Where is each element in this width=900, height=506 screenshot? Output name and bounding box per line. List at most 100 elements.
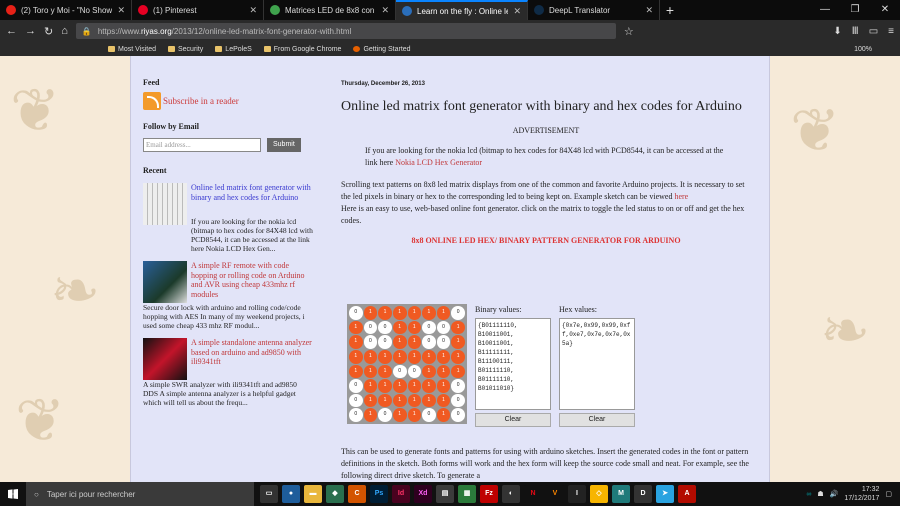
- submit-button[interactable]: Submit: [267, 138, 301, 152]
- led-cell[interactable]: 1: [422, 349, 436, 364]
- led-cell[interactable]: 1: [392, 408, 407, 422]
- led-cell[interactable]: 1: [436, 393, 451, 408]
- minimize-button[interactable]: —: [810, 0, 840, 20]
- led-cell[interactable]: 0: [451, 393, 465, 408]
- led-cell[interactable]: 1: [407, 349, 422, 364]
- led-cell[interactable]: 1: [451, 320, 465, 335]
- led-cell[interactable]: 1: [363, 408, 378, 422]
- tab-0[interactable]: (2) Toro y Moi - "No Show" ✕: [0, 0, 132, 20]
- led-cell[interactable]: 0: [349, 408, 363, 422]
- terminal-icon[interactable]: I: [568, 485, 586, 503]
- led-cell[interactable]: 1: [422, 379, 436, 393]
- url-bar[interactable]: 🔒 https://www.riyas.org/2013/12/online-l…: [75, 23, 616, 39]
- close-icon[interactable]: ✕: [381, 5, 389, 16]
- led-cell[interactable]: 1: [407, 393, 422, 408]
- led-cell[interactable]: 1: [349, 349, 363, 364]
- reload-icon[interactable]: ↻: [44, 25, 53, 38]
- led-cell[interactable]: 1: [422, 306, 436, 320]
- led-cell[interactable]: 1: [407, 335, 422, 349]
- led-cell[interactable]: 1: [422, 393, 436, 408]
- led-cell[interactable]: 0: [436, 335, 451, 349]
- led-cell[interactable]: 1: [378, 306, 392, 320]
- led-cell[interactable]: 1: [392, 335, 407, 349]
- app-m-icon[interactable]: M: [612, 485, 630, 503]
- led-cell[interactable]: 1: [392, 349, 407, 364]
- telegram-icon[interactable]: ➤: [656, 485, 674, 503]
- led-cell[interactable]: 1: [436, 364, 451, 379]
- recent-title-link[interactable]: A simple standalone antenna analyzer bas…: [191, 338, 313, 380]
- home-icon[interactable]: ⌂: [61, 25, 68, 37]
- close-icon[interactable]: ✕: [249, 5, 257, 16]
- netflix-icon[interactable]: N: [524, 485, 542, 503]
- led-cell[interactable]: 1: [378, 349, 392, 364]
- led-cell[interactable]: 0: [349, 379, 363, 393]
- hex-textarea[interactable]: {0x7e,0x99,0x99,0xff,0xe7,0x7e,0x7e,0x5a…: [559, 318, 635, 410]
- code-icon[interactable]: C: [348, 485, 366, 503]
- acrobat-icon[interactable]: A: [678, 485, 696, 503]
- led-cell[interactable]: 1: [392, 379, 407, 393]
- bookmark-star-icon[interactable]: ☆: [624, 25, 634, 38]
- search-box[interactable]: ○ Taper ici pour rechercher: [26, 482, 254, 506]
- zoom-level[interactable]: 100%: [854, 46, 872, 53]
- led-cell[interactable]: 1: [378, 379, 392, 393]
- photoshop-icon[interactable]: Ps: [370, 485, 388, 503]
- app-d-icon[interactable]: D: [634, 485, 652, 503]
- bookmark-item[interactable]: LePoleS: [215, 46, 252, 53]
- led-cell[interactable]: 1: [363, 306, 378, 320]
- antenna-analyzer-thumbnail[interactable]: [143, 338, 187, 380]
- vlc-icon[interactable]: V: [546, 485, 564, 503]
- led-cell[interactable]: 1: [451, 335, 465, 349]
- led-cell[interactable]: 0: [392, 364, 407, 379]
- maps-icon[interactable]: ◆: [326, 485, 344, 503]
- bookmark-item[interactable]: Getting Started: [353, 46, 411, 53]
- bookmark-item[interactable]: Most Visited: [108, 46, 156, 53]
- example-link[interactable]: here: [674, 192, 688, 201]
- led-cell[interactable]: 1: [451, 364, 465, 379]
- led-cell[interactable]: 0: [407, 364, 422, 379]
- sidebar-icon[interactable]: ▭: [869, 26, 878, 37]
- tab-4[interactable]: DeepL Translator ✕: [528, 0, 660, 20]
- led-matrix-thumbnail[interactable]: [143, 183, 187, 225]
- close-icon[interactable]: ✕: [513, 6, 521, 17]
- close-icon[interactable]: ✕: [117, 5, 125, 16]
- library-icon[interactable]: Ⅲ: [852, 26, 859, 37]
- sketch-icon[interactable]: ◇: [590, 485, 608, 503]
- led-cell[interactable]: 1: [407, 320, 422, 335]
- task-view-icon[interactable]: ▭: [260, 485, 278, 503]
- bookmark-item[interactable]: Security: [168, 46, 203, 53]
- led-cell[interactable]: 1: [349, 335, 363, 349]
- led-cell[interactable]: 1: [392, 306, 407, 320]
- bookmark-item[interactable]: From Google Chrome: [263, 46, 341, 53]
- clear-hex-button[interactable]: Clear: [559, 413, 635, 427]
- xd-icon[interactable]: Xd: [414, 485, 432, 503]
- led-cell[interactable]: 1: [407, 379, 422, 393]
- firefox-icon[interactable]: ●: [282, 485, 300, 503]
- nokia-link[interactable]: Nokia LCD Hex Generator: [395, 158, 482, 167]
- recent-title-link[interactable]: A simple RF remote with code hopping or …: [191, 261, 313, 303]
- start-button[interactable]: [0, 482, 26, 506]
- led-cell[interactable]: 1: [436, 306, 451, 320]
- back-icon[interactable]: ←: [6, 25, 17, 37]
- led-cell[interactable]: 0: [422, 408, 436, 422]
- led-cell[interactable]: 1: [363, 349, 378, 364]
- tab-3[interactable]: Learn on the fly : Online led m ✕: [396, 0, 528, 20]
- led-cell[interactable]: 0: [422, 320, 436, 335]
- close-icon[interactable]: ✕: [645, 5, 653, 16]
- led-cell[interactable]: 1: [378, 393, 392, 408]
- led-cell[interactable]: 1: [378, 364, 392, 379]
- app-icon[interactable]: ◐: [502, 485, 520, 503]
- maximize-button[interactable]: ❐: [840, 0, 870, 20]
- led-cell[interactable]: 1: [392, 393, 407, 408]
- led-cell[interactable]: 0: [363, 320, 378, 335]
- download-icon[interactable]: ⬇: [833, 26, 841, 37]
- arduino-icon[interactable]: ∞: [806, 491, 811, 498]
- network-icon[interactable]: ☗: [817, 490, 823, 498]
- led-cell[interactable]: 0: [422, 335, 436, 349]
- led-cell[interactable]: 0: [451, 379, 465, 393]
- tab-1[interactable]: (1) Pinterest ✕: [132, 0, 264, 20]
- close-window-button[interactable]: ✕: [870, 0, 900, 20]
- explorer-icon[interactable]: ▬: [304, 485, 322, 503]
- led-cell[interactable]: 1: [407, 306, 422, 320]
- led-cell[interactable]: 0: [378, 320, 392, 335]
- led-cell[interactable]: 1: [349, 364, 363, 379]
